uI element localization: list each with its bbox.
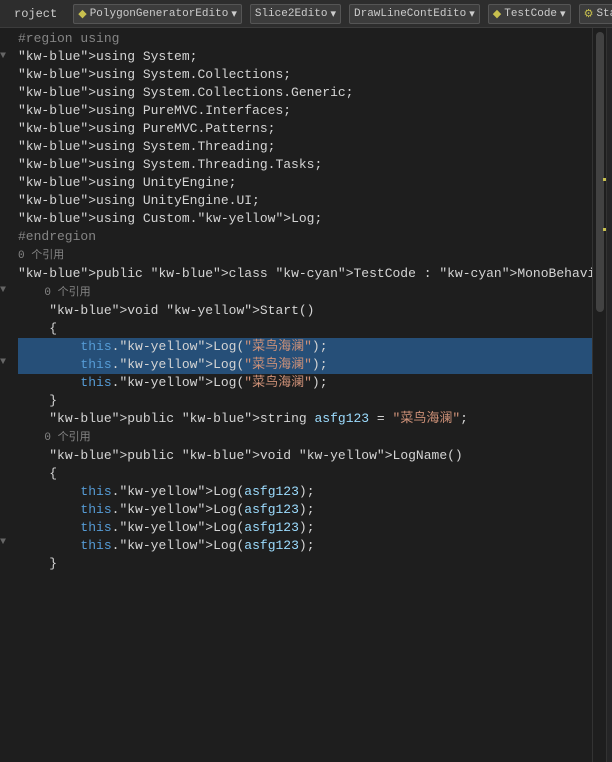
fold-indicator [0, 192, 14, 210]
code-line: 0 个引用 [18, 246, 592, 265]
code-line: this."kw-yellow">Log("菜鸟海澜"); [18, 338, 592, 356]
top-bar: roject ◆ PolygonGeneratorEdito ▾ Slice2E… [0, 0, 612, 28]
code-line: "kw-blue">using System.Threading; [18, 138, 592, 156]
fold-indicator [0, 102, 14, 120]
fold-indicator[interactable]: ▼ [0, 534, 14, 552]
code-line: this."kw-yellow">Log("菜鸟海澜"); [18, 356, 592, 374]
testcode-dropdown[interactable]: ◆ TestCode ▾ [488, 4, 571, 24]
code-line: 0 个引用 [18, 428, 592, 447]
fold-indicator [0, 264, 14, 282]
code-line: "kw-blue">using System; [18, 48, 592, 66]
start-label: Start() [596, 8, 612, 20]
project-tab[interactable]: roject [6, 5, 65, 23]
polygon-label: PolygonGeneratorEdito [90, 8, 229, 20]
scrollbar[interactable] [592, 28, 606, 762]
scrollbar-thumb[interactable] [596, 32, 604, 312]
fold-indicator [0, 84, 14, 102]
code-line: "kw-blue">public "kw-blue">class "kw-cya… [18, 265, 592, 283]
code-line: { [18, 465, 592, 483]
fold-indicator [0, 606, 14, 624]
fold-indicator [0, 570, 14, 588]
code-line: this."kw-yellow">Log(asfg123); [18, 519, 592, 537]
fold-indicator [0, 156, 14, 174]
slice-dropdown[interactable]: Slice2Edito ▾ [250, 4, 341, 24]
code-line: 0 个引用 [18, 283, 592, 302]
code-line: } [18, 392, 592, 410]
fold-indicator[interactable]: ▼ [0, 282, 14, 300]
code-line: "kw-blue">using PureMVC.Interfaces; [18, 102, 592, 120]
fold-indicator [0, 516, 14, 534]
fold-indicator [0, 30, 14, 48]
fold-indicator [0, 390, 14, 408]
editor-container: ▼▼▼▼ #region using"kw-blue">using System… [0, 28, 612, 762]
fold-indicator [0, 246, 14, 264]
start-dropdown[interactable]: ⚙ Start() ▾ [579, 4, 612, 24]
fold-indicator [0, 642, 14, 660]
minimap [606, 28, 612, 762]
code-line: this."kw-yellow">Log(asfg123); [18, 537, 592, 555]
code-area[interactable]: #region using"kw-blue">using System;"kw-… [14, 28, 592, 762]
polygon-dropdown[interactable]: ◆ PolygonGeneratorEdito ▾ [73, 4, 242, 24]
code-line: "kw-blue">using Custom."kw-yellow">Log; [18, 210, 592, 228]
code-line: "kw-blue">using UnityEngine; [18, 174, 592, 192]
start-icon: ⚙ [584, 7, 594, 21]
fold-indicator [0, 588, 14, 606]
fold-indicator [0, 210, 14, 228]
fold-column: ▼ ▼ ▼ ▼ [0, 28, 14, 762]
fold-indicator [0, 228, 14, 246]
testcode-arrow: ▾ [560, 7, 566, 21]
fold-indicator [0, 120, 14, 138]
polygon-icon: ◆ [78, 7, 86, 21]
drawline-label: DrawLineContEdito [354, 8, 466, 20]
fold-indicator[interactable]: ▼ [0, 48, 14, 66]
code-line: "kw-blue">using System.Collections.Gener… [18, 84, 592, 102]
code-line: "kw-blue">public "kw-blue">string asfg12… [18, 410, 592, 428]
code-line: "kw-blue">public "kw-blue">void "kw-yell… [18, 447, 592, 465]
code-line: { [18, 320, 592, 338]
testcode-icon: ◆ [493, 7, 501, 21]
slice-label: Slice2Edito [255, 8, 328, 20]
scrollbar-marker-2 [603, 228, 606, 231]
fold-indicator [0, 174, 14, 192]
fold-indicator[interactable]: ▼ [0, 354, 14, 372]
polygon-arrow: ▾ [231, 7, 237, 21]
fold-indicator [0, 426, 14, 444]
drawline-dropdown[interactable]: DrawLineContEdito ▾ [349, 4, 480, 24]
fold-indicator [0, 408, 14, 426]
fold-indicator [0, 462, 14, 480]
code-line: "kw-blue">using UnityEngine.UI; [18, 192, 592, 210]
code-line: this."kw-yellow">Log(asfg123); [18, 501, 592, 519]
code-line: #region using [18, 30, 592, 48]
drawline-arrow: ▾ [469, 7, 475, 21]
fold-indicator [0, 444, 14, 462]
code-line: } [18, 555, 592, 573]
code-line: "kw-blue">void "kw-yellow">Start() [18, 302, 592, 320]
fold-indicator [0, 372, 14, 390]
fold-indicator [0, 66, 14, 84]
code-line: "kw-blue">using System.Threading.Tasks; [18, 156, 592, 174]
fold-indicator [0, 300, 14, 318]
scrollbar-marker-1 [603, 178, 606, 181]
fold-indicator [0, 552, 14, 570]
fold-indicator [0, 480, 14, 498]
fold-indicator [0, 318, 14, 336]
code-line: this."kw-yellow">Log("菜鸟海澜"); [18, 374, 592, 392]
fold-indicator [0, 498, 14, 516]
code-line: "kw-blue">using System.Collections; [18, 66, 592, 84]
code-line: "kw-blue">using PureMVC.Patterns; [18, 120, 592, 138]
fold-indicator [0, 624, 14, 642]
code-line: #endregion [18, 228, 592, 246]
fold-indicator [0, 138, 14, 156]
testcode-label: TestCode [504, 8, 557, 20]
fold-indicator [0, 336, 14, 354]
code-line: this."kw-yellow">Log(asfg123); [18, 483, 592, 501]
slice-arrow: ▾ [330, 7, 336, 21]
